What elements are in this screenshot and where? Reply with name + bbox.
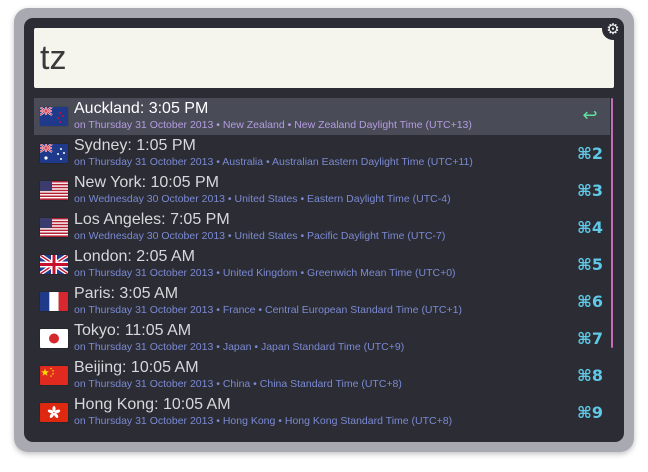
- result-title: Paris: 3:05 AM: [74, 285, 179, 302]
- result-title: Hong Kong: 10:05 AM: [74, 396, 231, 413]
- result-row-london[interactable]: London: 2:05 AM on Thursday 31 October 2…: [34, 246, 610, 283]
- china-flag-icon: [40, 366, 68, 385]
- result-title: London: 2:05 AM: [74, 248, 195, 265]
- result-row-sydney[interactable]: Sydney: 1:05 PM on Thursday 31 October 2…: [34, 135, 610, 172]
- united-kingdom-flag-icon: [40, 255, 68, 274]
- result-subtitle: on Wednesday 30 October 2013 • United St…: [74, 230, 446, 242]
- launcher-panel: Auckland: 3:05 PM on Thursday 31 October…: [24, 18, 624, 442]
- result-title: Beijing: 10:05 AM: [74, 359, 199, 376]
- result-row-hong-kong[interactable]: Hong Kong: 10:05 AM on Thursday 31 Octob…: [34, 394, 610, 431]
- result-title: Los Angeles: 7:05 PM: [74, 211, 230, 228]
- australia-flag-icon: [40, 144, 68, 163]
- shortcut-label: ⌘8: [577, 366, 603, 385]
- united-states-flag-icon: [40, 181, 68, 200]
- launcher-window: Auckland: 3:05 PM on Thursday 31 October…: [14, 8, 634, 452]
- shortcut-label: ⌘6: [577, 292, 603, 311]
- result-subtitle: on Thursday 31 October 2013 • United Kin…: [74, 267, 456, 279]
- result-subtitle: on Thursday 31 October 2013 • Japan • Ja…: [74, 341, 405, 353]
- search-box[interactable]: [34, 28, 614, 88]
- result-row-new-york[interactable]: New York: 10:05 PM on Wednesday 30 Octob…: [34, 172, 610, 209]
- result-title: Auckland: 3:05 PM: [74, 100, 209, 117]
- search-input[interactable]: [34, 28, 614, 88]
- shortcut-label: ⌘9: [577, 403, 603, 422]
- shortcut-label: ⌘7: [577, 329, 603, 348]
- results-list: Auckland: 3:05 PM on Thursday 31 October…: [34, 98, 610, 431]
- shortcut-label: ⌘5: [577, 255, 603, 274]
- united-states-flag-icon: [40, 218, 68, 237]
- result-subtitle: on Thursday 31 October 2013 • China • Ch…: [74, 378, 402, 390]
- result-subtitle: on Thursday 31 October 2013 • Hong Kong …: [74, 415, 453, 427]
- result-subtitle: on Thursday 31 October 2013 • France • C…: [74, 304, 462, 316]
- result-subtitle: on Wednesday 30 October 2013 • United St…: [74, 193, 451, 205]
- result-title: Tokyo: 11:05 AM: [74, 322, 192, 339]
- result-subtitle: on Thursday 31 October 2013 • Australia …: [74, 156, 473, 168]
- return-icon: ↩: [582, 105, 598, 126]
- scrollbar[interactable]: [611, 98, 613, 348]
- result-title: Sydney: 1:05 PM: [74, 137, 196, 154]
- result-title: New York: 10:05 PM: [74, 174, 219, 191]
- new-zealand-flag-icon: [40, 107, 68, 126]
- shortcut-label: ⌘4: [577, 218, 603, 237]
- gear-icon[interactable]: ⚙: [602, 18, 624, 40]
- result-row-los-angeles[interactable]: Los Angeles: 7:05 PM on Wednesday 30 Oct…: [34, 209, 610, 246]
- france-flag-icon: [40, 292, 68, 311]
- result-row-auckland[interactable]: Auckland: 3:05 PM on Thursday 31 October…: [34, 98, 610, 135]
- shortcut-label: ⌘3: [577, 181, 603, 200]
- result-subtitle: on Thursday 31 October 2013 • New Zealan…: [74, 119, 472, 131]
- result-row-tokyo[interactable]: Tokyo: 11:05 AM on Thursday 31 October 2…: [34, 320, 610, 357]
- result-row-beijing[interactable]: Beijing: 10:05 AM on Thursday 31 October…: [34, 357, 610, 394]
- japan-flag-icon: [40, 329, 68, 348]
- result-row-paris[interactable]: Paris: 3:05 AM on Thursday 31 October 20…: [34, 283, 610, 320]
- hong-kong-flag-icon: [40, 403, 68, 422]
- shortcut-label: ⌘2: [577, 144, 603, 163]
